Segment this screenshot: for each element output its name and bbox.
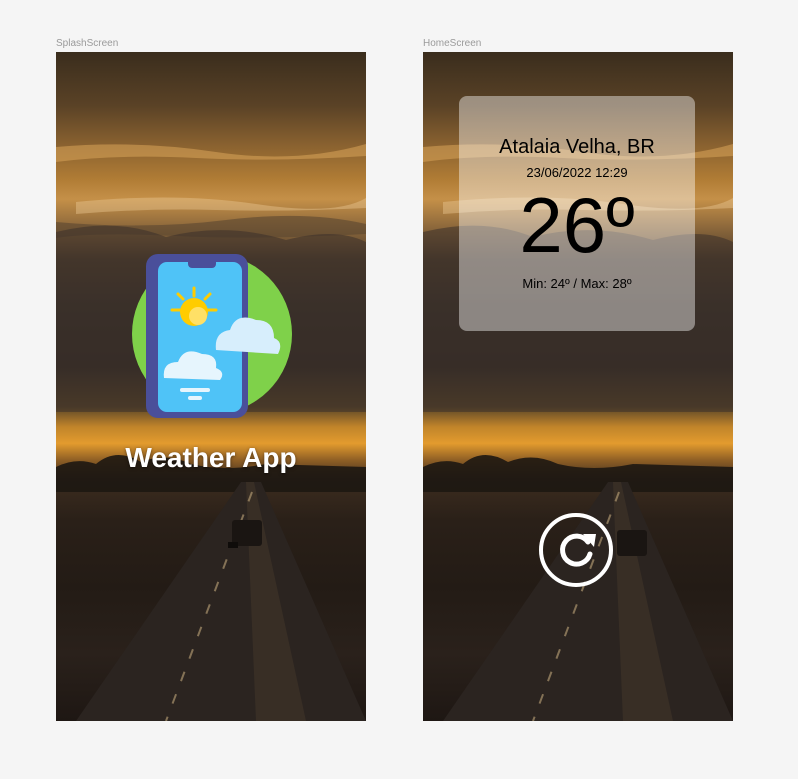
refresh-button[interactable] bbox=[538, 512, 614, 588]
city-name: Atalaia Velha, BR bbox=[499, 136, 655, 158]
weather-app-logo-icon bbox=[132, 254, 292, 418]
refresh-icon bbox=[560, 533, 596, 567]
home-screen: Atalaia Velha, BR 23/06/2022 12:29 26º M… bbox=[423, 52, 733, 721]
weather-card: Atalaia Velha, BR 23/06/2022 12:29 26º M… bbox=[459, 96, 695, 331]
date-time: 23/06/2022 12:29 bbox=[526, 165, 628, 180]
min-max-temperature: Min: 24º / Max: 28º bbox=[522, 276, 632, 291]
home-frame-label: HomeScreen bbox=[423, 38, 482, 49]
current-temperature: 26º bbox=[519, 181, 635, 269]
splash-screen: Weather App bbox=[56, 52, 366, 721]
splash-frame-label: SplashScreen bbox=[56, 38, 119, 49]
refresh-button-ring bbox=[539, 513, 613, 587]
app-title: Weather App bbox=[125, 442, 297, 473]
